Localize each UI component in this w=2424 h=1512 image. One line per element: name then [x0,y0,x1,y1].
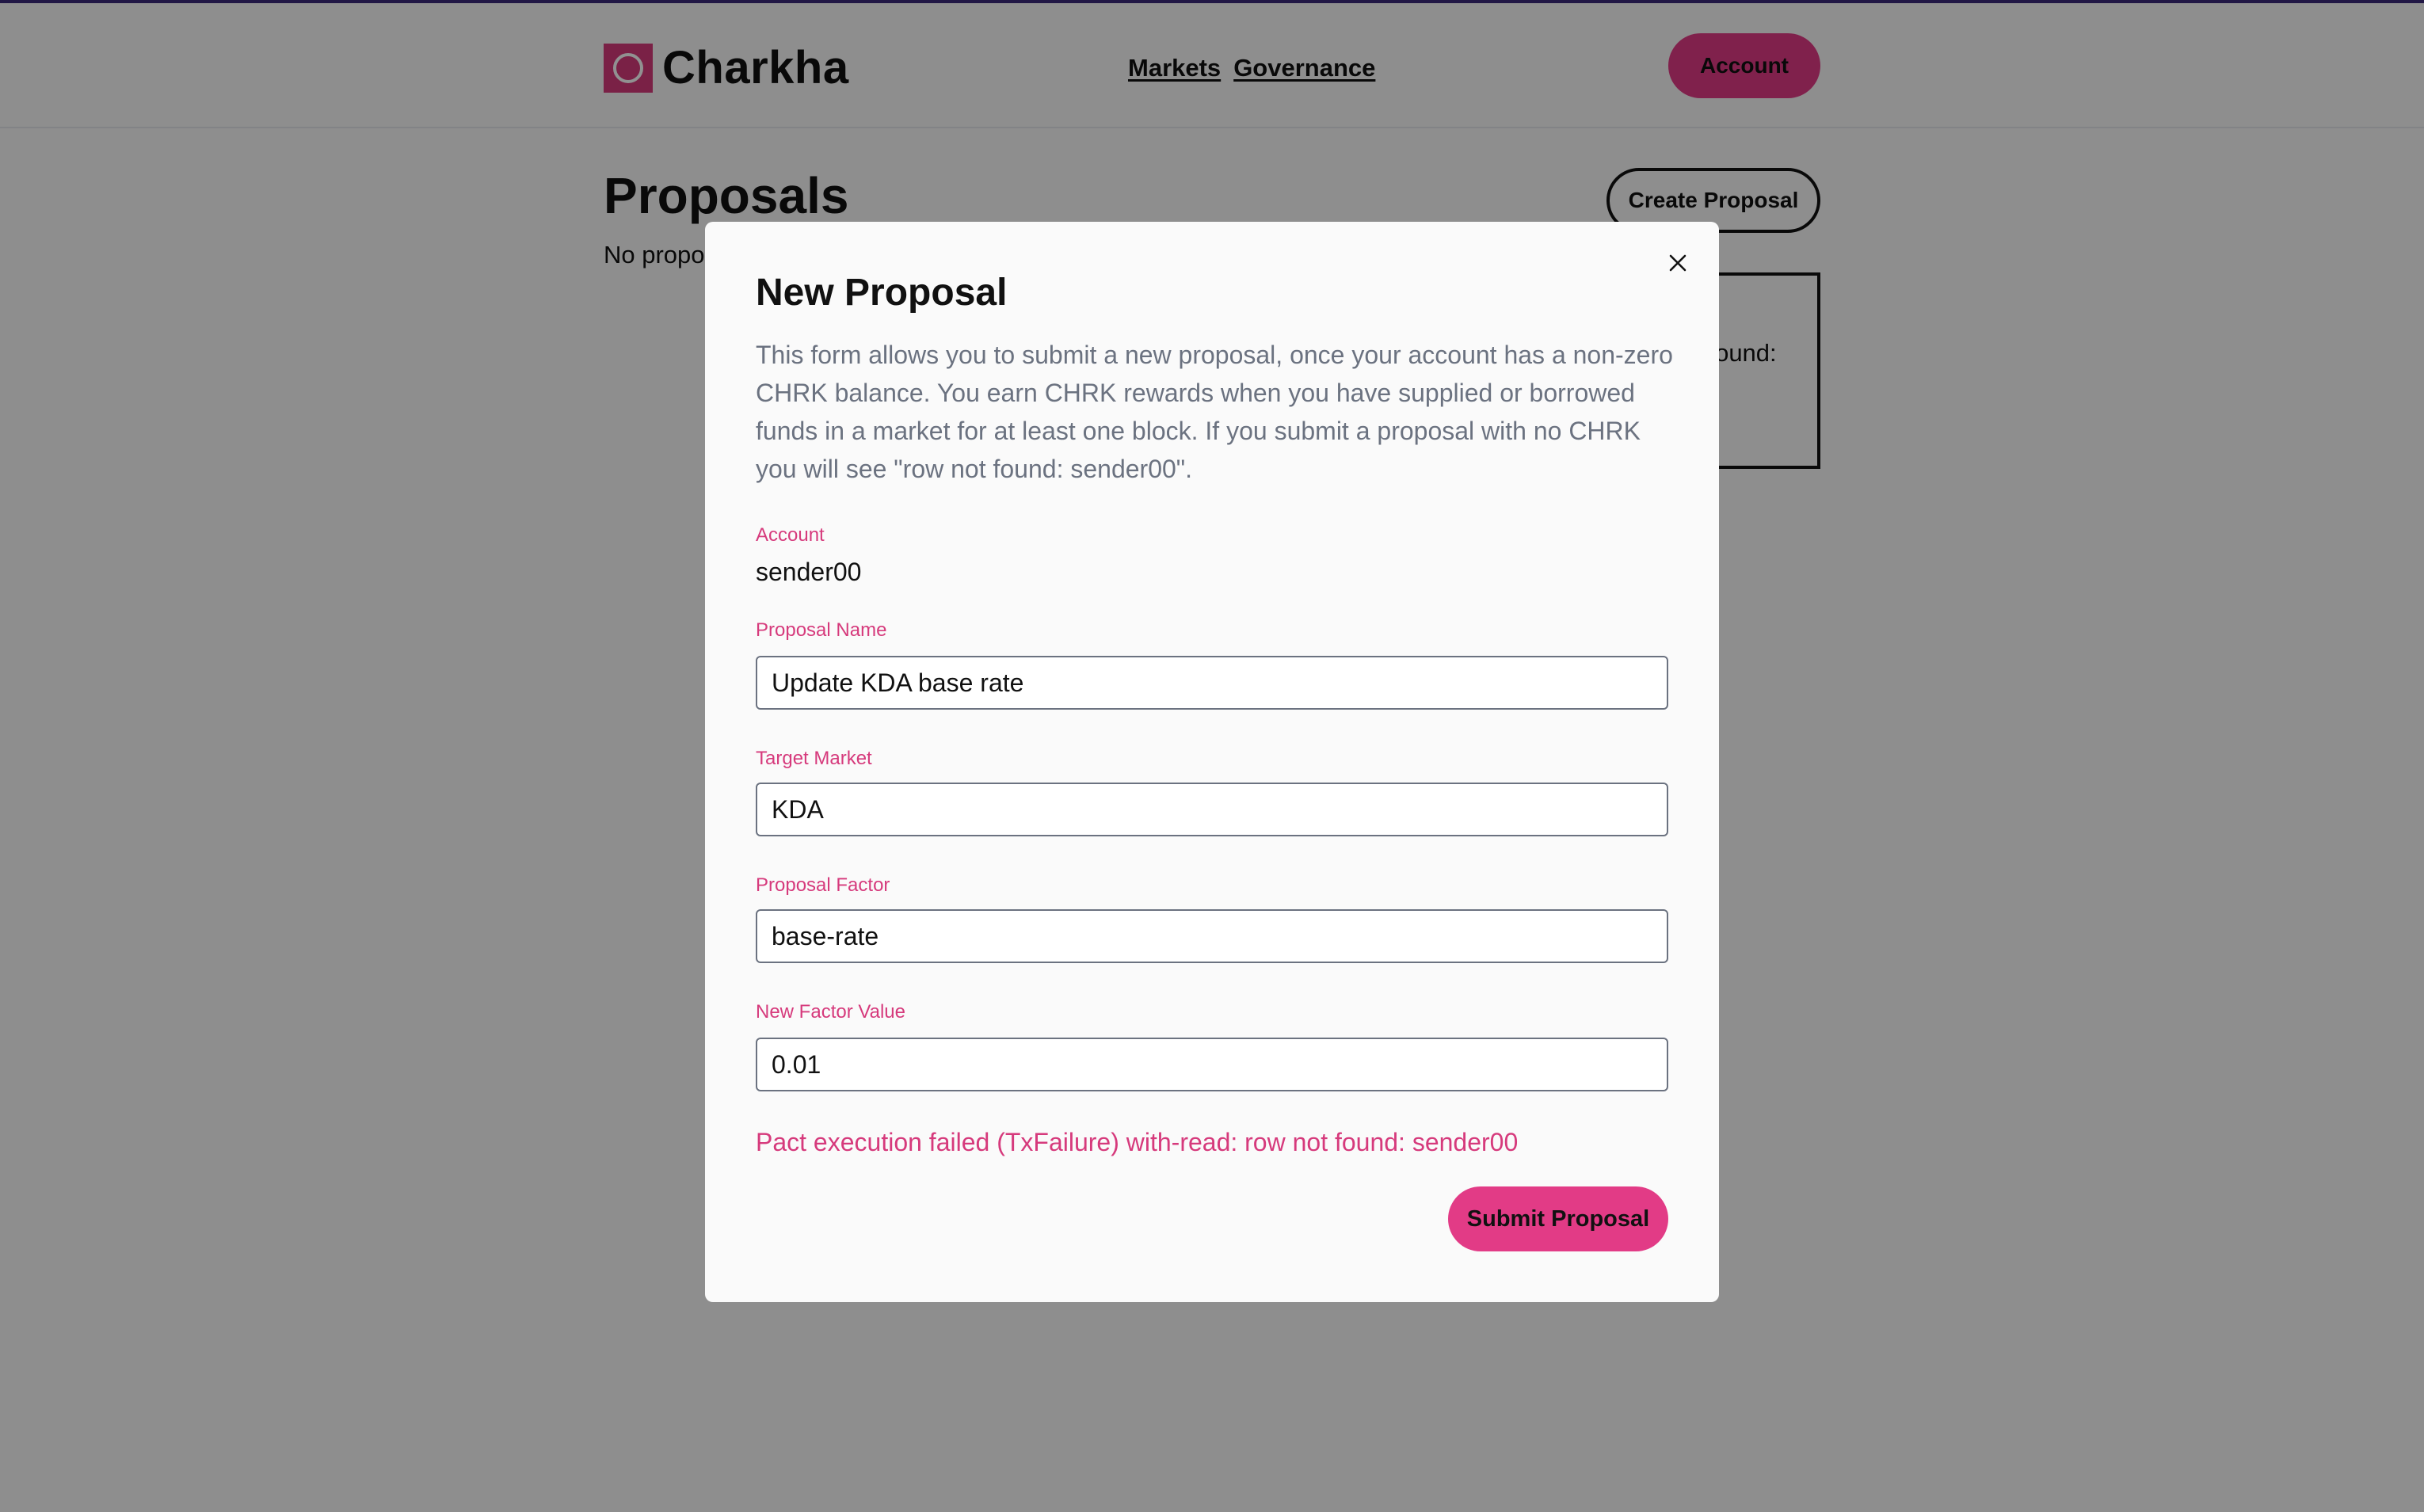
account-label: Account [756,524,825,546]
submit-proposal-button[interactable]: Submit Proposal [1448,1186,1668,1251]
account-value: sender00 [756,558,862,586]
new-proposal-modal: New Proposal This form allows you to sub… [705,222,1719,1302]
target-market-label: Target Market [756,748,872,769]
page: Charkha Markets Governance Account Propo… [0,0,2424,1512]
new-factor-value-label: New Factor Value [756,1001,905,1023]
close-button[interactable] [1659,244,1697,282]
close-icon [1669,254,1687,272]
proposal-factor-input[interactable] [756,909,1668,963]
target-market-input[interactable] [756,783,1668,836]
modal-title: New Proposal [756,272,1008,314]
new-factor-value-input[interactable] [756,1038,1668,1091]
error-message: Pact execution failed (TxFailure) with-r… [756,1128,1519,1156]
proposal-name-label: Proposal Name [756,619,887,641]
proposal-name-input[interactable] [756,656,1668,710]
modal-description: This form allows you to submit a new pro… [756,341,1673,483]
proposal-factor-label: Proposal Factor [756,874,890,896]
